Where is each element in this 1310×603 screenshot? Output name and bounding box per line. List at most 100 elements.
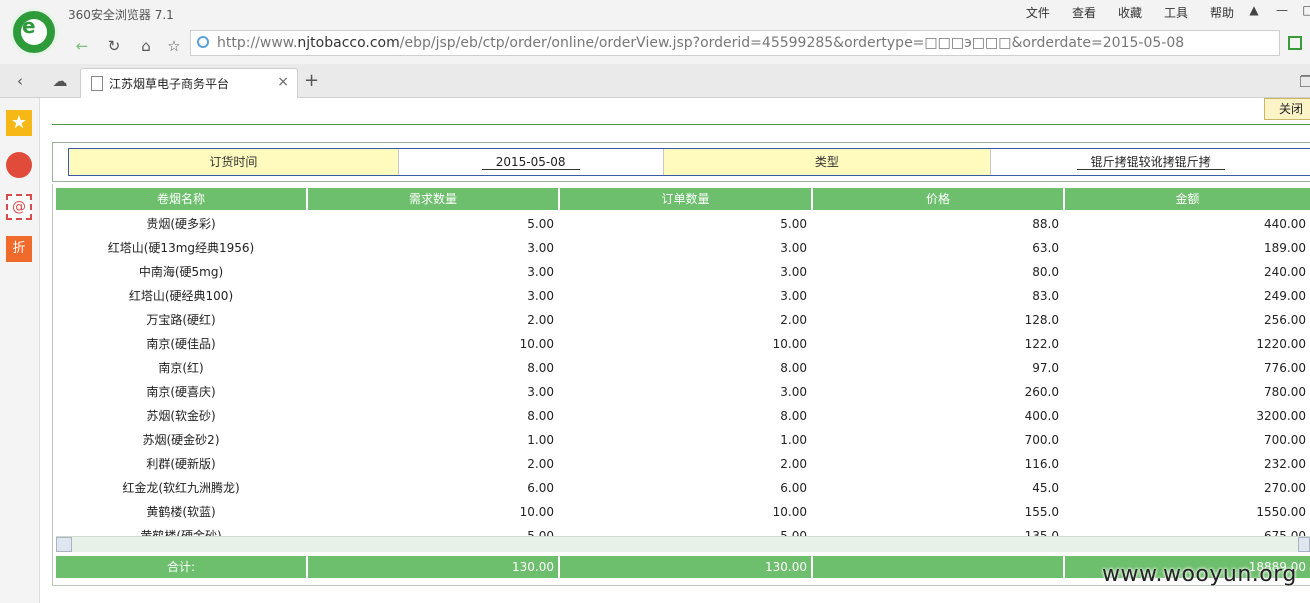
table-row[interactable]: 苏烟(硬金砂2) 1.00 1.00 700.0 700.00 xyxy=(56,428,1310,452)
cell-name: 红塔山(硬13mg经典1956) xyxy=(107,241,255,255)
order-time-value: 2015-05-08 xyxy=(398,149,664,175)
scroll-right-icon[interactable] xyxy=(1298,537,1310,552)
new-tab-button[interactable]: + xyxy=(304,70,319,91)
tab-close-icon[interactable]: × xyxy=(277,74,289,90)
cell-price: 122.0 xyxy=(1024,337,1059,351)
skin-icon[interactable]: ▲ xyxy=(1240,0,1268,20)
table-row[interactable]: 苏烟(软金砂) 8.00 8.00 400.0 3200.00 xyxy=(56,404,1310,428)
cell-name: 万宝路(硬红) xyxy=(146,313,216,327)
document-icon xyxy=(91,76,103,91)
home-icon[interactable]: ⌂ xyxy=(134,34,158,58)
type-value: 锟斤拷锟较讹拷锟斤拷 xyxy=(991,149,1310,175)
cell-price: 45.0 xyxy=(1032,481,1059,495)
minimize-icon[interactable]: — xyxy=(1268,0,1296,20)
cell-name: 南京(硬喜庆) xyxy=(146,385,216,399)
site-icon xyxy=(197,36,209,48)
type-label: 类型 xyxy=(663,149,992,175)
table-row[interactable]: 中南海(硬5mg) 3.00 3.00 80.0 240.00 xyxy=(56,260,1310,284)
cell-order-qty: 5.00 xyxy=(780,529,807,536)
table-row[interactable]: 红塔山(硬经典100) 3.00 3.00 83.0 249.00 xyxy=(56,284,1310,308)
table-row[interactable]: 南京(红) 8.00 8.00 97.0 776.00 xyxy=(56,356,1310,380)
table-body[interactable]: 贵烟(硬多彩) 5.00 5.00 88.0 440.00 红塔山(硬13mg经典1956… xyxy=(56,212,1310,536)
discount-icon[interactable]: 折 xyxy=(6,236,32,262)
table-row[interactable]: 红塔山(硬13mg经典1956) 3.00 3.00 63.0 189.00 xyxy=(56,236,1310,260)
menu-file[interactable]: 文件 xyxy=(1026,4,1050,21)
cell-order-qty: 1.00 xyxy=(780,433,807,447)
star-icon[interactable]: ★ xyxy=(6,110,32,136)
window-list-icon[interactable]: ❐ xyxy=(1294,70,1310,94)
order-time-label: 订货时间 xyxy=(69,149,399,175)
cell-name: 苏烟(硬金砂2) xyxy=(142,433,220,447)
table-row[interactable]: 黄鹤楼(软蓝) 10.00 10.00 155.0 1550.00 xyxy=(56,500,1310,524)
cell-order-qty: 8.00 xyxy=(780,409,807,423)
table-header: 卷烟名称 需求数量 订单数量 价格 金额 xyxy=(56,188,1310,210)
order-info-bar: 订货时间 2015-05-08 类型 锟斤拷锟较讹拷锟斤拷 xyxy=(68,148,1310,176)
table-row[interactable]: 南京(硬喜庆) 3.00 3.00 260.0 780.00 xyxy=(56,380,1310,404)
cell-name: 红金龙(软红九洲腾龙) xyxy=(122,481,240,495)
col-header-name: 卷烟名称 xyxy=(56,188,306,210)
refresh-icon[interactable]: ↻ xyxy=(102,34,126,58)
tab-active[interactable]: 江苏烟草电子商务平台 × xyxy=(80,68,298,98)
cell-demand: 3.00 xyxy=(527,265,554,279)
menu-help[interactable]: 帮助 xyxy=(1210,4,1234,21)
table-row[interactable]: 贵烟(硬多彩) 5.00 5.00 88.0 440.00 xyxy=(56,212,1310,236)
cell-amount: 700.00 xyxy=(1264,433,1306,447)
close-button[interactable]: 关闭 xyxy=(1264,98,1310,120)
restore-icon[interactable]: □ xyxy=(1294,0,1310,20)
cell-demand: 8.00 xyxy=(527,409,554,423)
cell-amount: 1550.00 xyxy=(1256,505,1306,519)
cell-price: 400.0 xyxy=(1024,409,1059,423)
menu-view[interactable]: 查看 xyxy=(1072,4,1096,21)
sidebar-toggle-icon[interactable]: ‹ xyxy=(8,69,32,93)
address-bar[interactable]: http://www.njtobacco.com/ebp/jsp/eb/ctp/… xyxy=(190,30,1280,56)
cell-amount: 780.00 xyxy=(1264,385,1306,399)
cell-name: 苏烟(软金砂) xyxy=(146,409,216,423)
cell-order-qty: 10.00 xyxy=(772,505,807,519)
weibo-icon[interactable] xyxy=(6,152,32,178)
cell-price: 83.0 xyxy=(1032,289,1059,303)
total-price xyxy=(813,556,1063,578)
cell-demand: 3.00 xyxy=(527,241,554,255)
cell-amount: 3200.00 xyxy=(1256,409,1306,423)
url-host: njtobacco.com xyxy=(297,35,400,51)
horizontal-scrollbar[interactable] xyxy=(56,536,1310,552)
cell-price: 128.0 xyxy=(1024,313,1059,327)
table-row[interactable]: 万宝路(硬红) 2.00 2.00 128.0 256.00 xyxy=(56,308,1310,332)
col-header-order-qty: 订单数量 xyxy=(560,188,811,210)
cloud-icon[interactable]: ☁ xyxy=(48,69,72,93)
url-path: /ebp/jsp/eb/ctp/order/online/orderView.j… xyxy=(399,35,1185,51)
col-header-price: 价格 xyxy=(813,188,1063,210)
cell-amount: 232.00 xyxy=(1264,457,1306,471)
cell-amount: 1220.00 xyxy=(1256,337,1306,351)
favorite-star-icon[interactable]: ☆ xyxy=(162,34,186,58)
cell-price: 135.0 xyxy=(1024,529,1059,536)
cell-order-qty: 8.00 xyxy=(780,361,807,375)
app-title: 360安全浏览器 7.1 xyxy=(68,8,174,22)
url-prefix: http://www. xyxy=(217,35,298,51)
cell-demand: 5.00 xyxy=(527,529,554,536)
table-row[interactable]: 黄鹤楼(硬金砂) 5.00 5.00 135.0 675.00 xyxy=(56,524,1310,536)
tab-title: 江苏烟草电子商务平台 xyxy=(109,77,230,91)
cell-order-qty: 10.00 xyxy=(772,337,807,351)
back-icon[interactable]: ← xyxy=(70,34,94,58)
cell-amount: 249.00 xyxy=(1264,289,1306,303)
divider xyxy=(52,124,1310,125)
cell-demand: 3.00 xyxy=(527,385,554,399)
table-row[interactable]: 红金龙(软红九洲腾龙) 6.00 6.00 45.0 270.00 xyxy=(56,476,1310,500)
table-row[interactable]: 南京(硬佳品) 10.00 10.00 122.0 1220.00 xyxy=(56,332,1310,356)
qr-code-icon[interactable] xyxy=(1288,36,1302,50)
menu-favorites[interactable]: 收藏 xyxy=(1118,4,1142,21)
browser-sidebar: ★ @ 折 xyxy=(0,98,40,603)
cell-name: 红塔山(硬经典100) xyxy=(128,289,234,303)
cell-price: 116.0 xyxy=(1024,457,1059,471)
mail-icon[interactable]: @ xyxy=(6,194,32,220)
table-row[interactable]: 利群(硬新版) 2.00 2.00 116.0 232.00 xyxy=(56,452,1310,476)
cell-price: 700.0 xyxy=(1024,433,1059,447)
cell-demand: 10.00 xyxy=(519,337,554,351)
cell-demand: 6.00 xyxy=(527,481,554,495)
cell-amount: 675.00 xyxy=(1264,529,1306,536)
cell-price: 97.0 xyxy=(1032,361,1059,375)
scroll-left-icon[interactable] xyxy=(56,537,72,552)
order-time-text: 2015-05-08 xyxy=(481,155,580,170)
menu-tools[interactable]: 工具 xyxy=(1164,4,1188,21)
